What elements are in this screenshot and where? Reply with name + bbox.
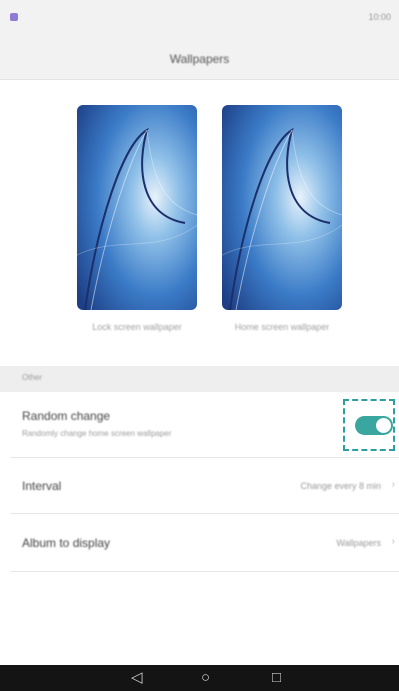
back-icon[interactable]: ◁ <box>131 669 143 687</box>
lock-screen-wallpaper-preview[interactable] <box>77 105 197 310</box>
navigation-bar: ◁ ○ □ <box>0 665 399 691</box>
home-screen-wallpaper-label: Home screen wallpaper <box>234 322 330 332</box>
chevron-right-icon: › <box>391 479 395 490</box>
interval-value: Change every 8 min <box>300 481 381 491</box>
album-row[interactable]: Album to display Wallpapers › <box>0 514 399 572</box>
toggle-highlight <box>343 399 395 451</box>
page-title: Wallpapers <box>169 52 230 66</box>
album-title: Album to display <box>22 536 111 550</box>
wallpaper-image <box>77 105 197 310</box>
album-value: Wallpapers <box>336 538 381 548</box>
divider <box>10 571 399 572</box>
chevron-right-icon: › <box>391 536 395 547</box>
title-bar: Wallpapers <box>0 42 399 80</box>
random-change-row[interactable]: Random change Randomly change home scree… <box>0 392 399 458</box>
random-change-toggle[interactable] <box>355 416 393 435</box>
home-icon[interactable]: ○ <box>201 669 210 687</box>
interval-row[interactable]: Interval Change every 8 min › <box>0 458 399 514</box>
toggle-knob <box>376 418 391 433</box>
interval-title: Interval <box>22 479 62 493</box>
section-header: Other <box>0 366 399 392</box>
status-bar: 10:00 <box>0 0 399 42</box>
random-change-subtitle: Randomly change home screen wallpaper <box>22 429 172 438</box>
section-title: Other <box>22 373 43 382</box>
wallpaper-image <box>222 105 342 310</box>
status-clock: 10:00 <box>368 12 391 22</box>
home-screen-wallpaper-preview[interactable] <box>222 105 342 310</box>
app-notification-icon <box>10 13 18 21</box>
random-change-title: Random change <box>22 409 111 423</box>
lock-screen-wallpaper-label: Lock screen wallpaper <box>92 322 182 332</box>
recents-icon[interactable]: □ <box>272 669 281 687</box>
